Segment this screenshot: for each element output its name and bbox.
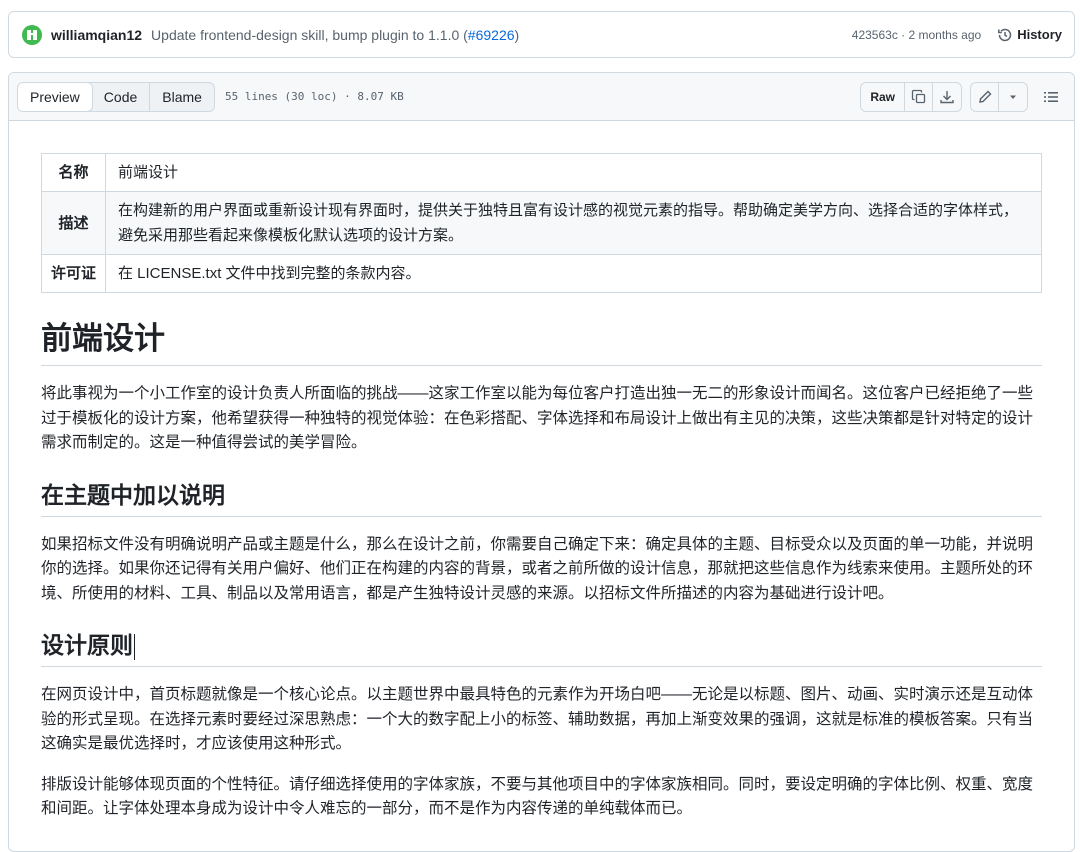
edit-button[interactable]	[971, 82, 999, 111]
tab-blame[interactable]: Blame	[150, 83, 214, 111]
section-paragraph: 排版设计能够体现页面的个性特征。请仔细选择使用的字体家族，不要与其他项目中的字体…	[41, 775, 1034, 818]
commit-bar: williamqian12 Update frontend-design ski…	[8, 11, 1075, 58]
raw-actions-group: Raw	[860, 81, 962, 112]
view-mode-tabs: Preview Code Blame	[17, 81, 215, 112]
markdown-body: 名称 前端设计 描述 在构建新的用户界面或重新设计现有界面时，提供关于独特且富有…	[9, 121, 1074, 822]
tab-preview[interactable]: Preview	[17, 82, 93, 111]
history-label: History	[1017, 27, 1062, 42]
outline-button[interactable]	[1036, 82, 1066, 112]
download-button[interactable]	[933, 83, 961, 111]
avatar[interactable]	[22, 24, 42, 45]
intro-paragraph: 将此事视为一个小工作室的设计负责人所面临的挑战——这家工作室以能为每位客户打造出…	[41, 385, 1034, 451]
raw-button[interactable]: Raw	[861, 82, 905, 111]
commit-message[interactable]: Update frontend-design skill, bump plugi…	[151, 27, 519, 43]
table-key: 许可证	[41, 254, 106, 293]
section-heading-with-caret: 设计原则	[41, 628, 1042, 667]
table-key: 描述	[41, 191, 106, 255]
edit-actions-group	[970, 81, 1028, 112]
table-row: 描述 在构建新的用户界面或重新设计现有界面时，提供关于独特且富有设计感的视觉元素…	[41, 191, 1042, 255]
commit-meta[interactable]: 423563c · 2 months ago	[852, 28, 981, 42]
commit-author[interactable]: williamqian12	[51, 27, 142, 43]
commit-message-end: )	[514, 26, 520, 43]
table-value: 在 LICENSE.txt 文件中找到完整的条款内容。	[105, 254, 1042, 293]
frontmatter-table: 名称 前端设计 描述 在构建新的用户界面或重新设计现有界面时，提供关于独特且富有…	[41, 153, 1042, 293]
pencil-icon	[978, 90, 991, 103]
copy-button[interactable]	[905, 82, 933, 111]
list-icon	[1044, 91, 1058, 102]
text-caret	[134, 633, 135, 660]
pr-link[interactable]: #69226	[468, 27, 515, 43]
file-info: 55 lines (30 loc) · 8.07 KB	[224, 90, 404, 103]
avatar-icon	[27, 29, 37, 40]
section-paragraph: 在网页设计中，首页标题就像是一个核心论点。以主题世界中最具特色的元素作为开场白吧…	[41, 686, 1034, 752]
download-icon	[940, 90, 954, 103]
section-paragraph: 如果招标文件没有明确说明产品或主题是什么，那么在设计之前，你需要自己确定下来：确…	[41, 535, 1034, 602]
commit-message-text[interactable]: Update frontend-design skill, bump plugi…	[151, 27, 468, 43]
commit-right: 423563c · 2 months ago History	[852, 27, 1062, 43]
doc-title: 前端设计	[41, 319, 1042, 366]
history-button[interactable]: History	[997, 27, 1062, 43]
table-key: 名称	[41, 153, 106, 192]
copy-icon	[911, 89, 925, 103]
table-value: 前端设计	[105, 153, 1042, 192]
file-header: Preview Code Blame 55 lines (30 loc) · 8…	[9, 73, 1074, 121]
section-heading-text: 设计原则	[41, 632, 133, 658]
tab-code[interactable]: Code	[92, 82, 151, 111]
table-row: 名称 前端设计	[41, 153, 1042, 192]
edit-dropdown-button[interactable]	[999, 83, 1027, 111]
table-row: 许可证 在 LICENSE.txt 文件中找到完整的条款内容。	[41, 254, 1042, 293]
table-value: 在构建新的用户界面或重新设计现有界面时，提供关于独特且富有设计感的视觉元素的指导…	[105, 191, 1042, 255]
history-icon	[998, 28, 1012, 41]
section-heading: 在主题中加以说明	[41, 478, 1042, 517]
chevron-down-icon	[1010, 95, 1016, 99]
file-viewer: Preview Code Blame 55 lines (30 loc) · 8…	[8, 72, 1075, 852]
header-actions: Raw	[860, 81, 1066, 112]
